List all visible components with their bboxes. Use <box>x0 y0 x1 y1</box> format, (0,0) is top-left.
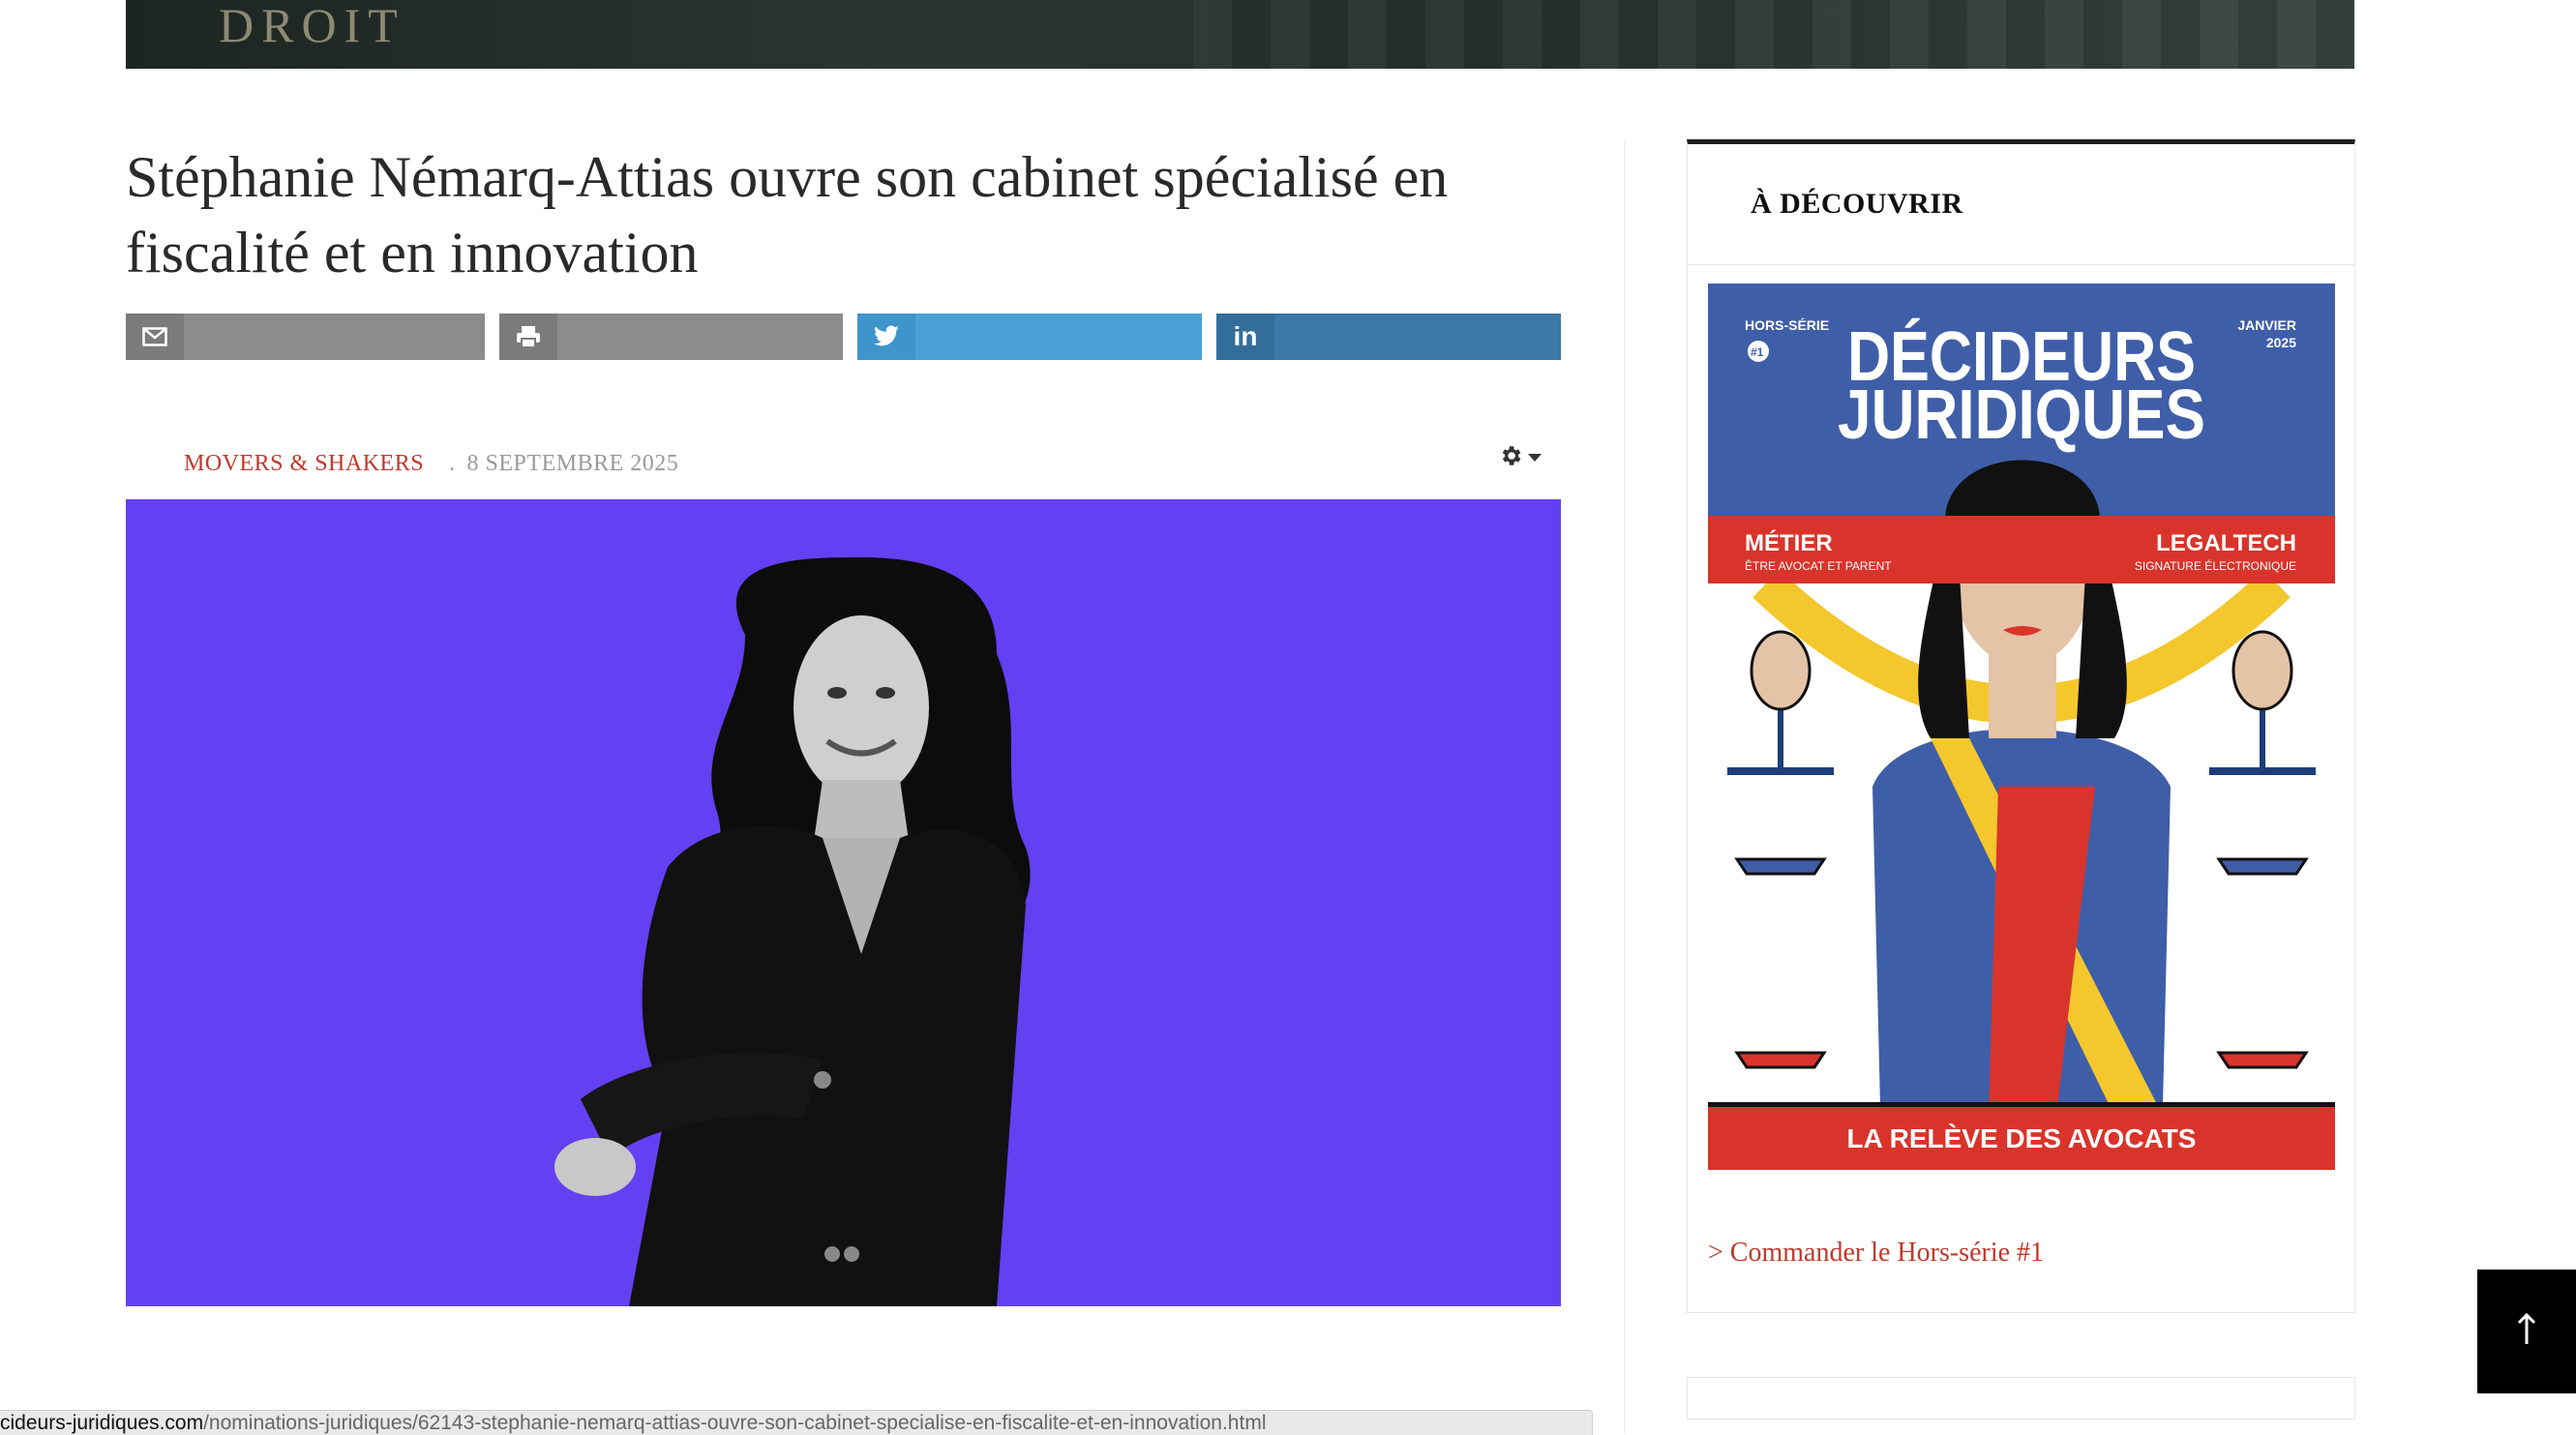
link-preview-statusbar: cideurs-juridiques.com/nominations-jurid… <box>0 1410 1593 1435</box>
statusbar-host: cideurs-juridiques.com <box>0 1412 204 1434</box>
banner-word: DROIT <box>219 0 405 52</box>
back-to-top-button[interactable] <box>2477 1270 2576 1393</box>
cover-series-number: #1 <box>1751 345 1764 359</box>
arrow-up-icon <box>2516 1312 2537 1351</box>
cover-left-topic: MÉTIER <box>1745 529 1833 556</box>
portrait-illustration <box>554 557 1031 1306</box>
caret-down-icon <box>1527 450 1543 467</box>
share-print-button[interactable] <box>499 314 843 360</box>
gear-icon <box>1498 443 1523 473</box>
linkedin-icon: in <box>1216 314 1274 360</box>
print-icon <box>499 314 557 360</box>
top-banner[interactable]: DROIT <box>126 0 2354 69</box>
cover-series-label: HORS-SÉRIE <box>1745 317 1829 333</box>
cover-right-topic: LEGALTECH <box>2156 530 2296 556</box>
share-email-button[interactable] <box>126 314 485 360</box>
sidebar-header: À DÉCOUVRIR <box>1688 144 2354 265</box>
meta-separator: . <box>449 451 456 476</box>
share-linkedin-button[interactable]: in <box>1216 314 1561 360</box>
article-title: Stéphanie Némarq-Attias ouvre son cabine… <box>126 145 1449 284</box>
article-options-menu[interactable] <box>1498 443 1543 473</box>
cover-left-subtitle: ÊTRE AVOCAT ET PARENT <box>1745 558 1892 573</box>
magazine-cover[interactable]: HORS-SÉRIE #1 JANVIER 2025 DÉCIDEURS JUR… <box>1708 284 2335 1170</box>
sidebar-discover-box: À DÉCOUVRIR HORS-SÉRIE #1 JANVIER 2025 D… <box>1687 139 2355 1313</box>
category-link[interactable]: MOVERS & SHAKERS <box>184 451 424 476</box>
cover-year: 2025 <box>2266 335 2296 350</box>
statusbar-path: /nominations-juridiques/62143-stephanie-… <box>203 1412 1267 1434</box>
sidebar-title: À DÉCOUVRIR <box>1751 188 1963 220</box>
column-divider <box>1624 140 1625 1434</box>
article-hero-image <box>126 499 1561 1306</box>
twitter-icon <box>857 314 915 360</box>
banner-texture <box>1193 0 2354 69</box>
order-hors-serie-link[interactable]: > Commander le Hors-série #1 <box>1708 1238 2044 1269</box>
cover-right-subtitle: SIGNATURE ÉLECTRONIQUE <box>2135 558 2296 573</box>
sidebar-next-box <box>1687 1377 2355 1420</box>
cover-footer-text: LA RELÈVE DES AVOCATS <box>1847 1123 2197 1153</box>
article-meta: MOVERS & SHAKERS. 8 SEPTEMBRE 2025 <box>184 451 678 477</box>
magazine-cover-art: HORS-SÉRIE #1 JANVIER 2025 DÉCIDEURS JUR… <box>1708 284 2335 1170</box>
share-twitter-button[interactable] <box>857 314 1202 360</box>
mail-icon <box>126 314 184 360</box>
article-date: 8 SEPTEMBRE 2025 <box>466 451 679 476</box>
cover-name-line2: JURIDIQUES <box>1838 376 2205 454</box>
cover-month: JANVIER <box>2237 317 2296 333</box>
